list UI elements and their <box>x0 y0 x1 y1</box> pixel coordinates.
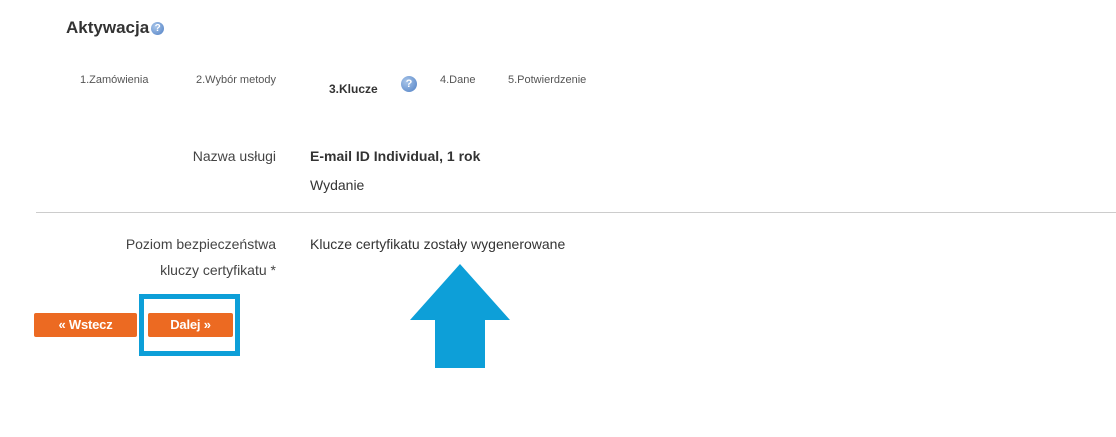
next-button-highlight-annotation <box>139 294 240 356</box>
step-2: 2.Wybór metody <box>196 74 276 86</box>
service-name-label: Nazwa usługi <box>192 148 276 164</box>
security-level-label-line1: Poziom bezpieczeństwa <box>125 236 276 252</box>
service-name-value: E-mail ID Individual, 1 rok <box>310 148 481 164</box>
up-arrow-annotation-icon <box>410 264 510 368</box>
question-help-icon[interactable]: ? <box>151 21 165 35</box>
step-4: 4.Dane <box>440 74 476 86</box>
back-button[interactable]: « Wstecz <box>34 313 137 337</box>
question-help-icon[interactable]: ? <box>401 76 417 92</box>
step-3-active: 3.Klucze <box>329 82 378 96</box>
section-divider <box>36 212 1116 213</box>
page-title: Aktywacja ? <box>66 18 165 38</box>
service-type-value: Wydanie <box>310 177 365 193</box>
keys-generated-message: Klucze certyfikatu zostały wygenerowane <box>310 236 566 252</box>
step-5: 5.Potwierdzenie <box>508 74 587 86</box>
step-1: 1.Zamówienia <box>80 74 149 86</box>
page-title-text: Aktywacja <box>66 18 150 37</box>
security-level-label-line2: kluczy certyfikatu * <box>160 262 276 278</box>
